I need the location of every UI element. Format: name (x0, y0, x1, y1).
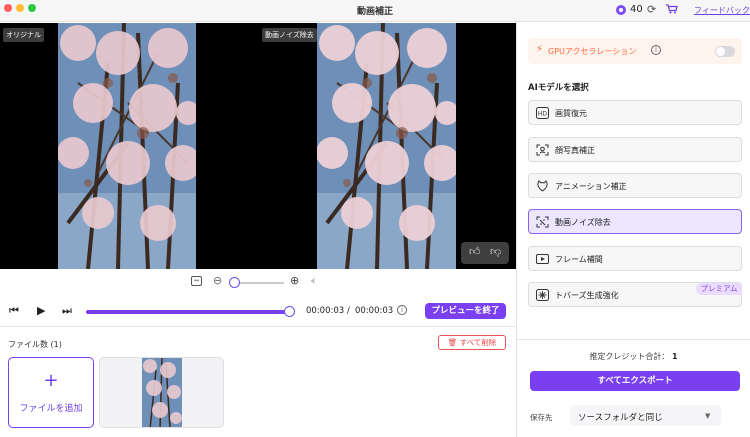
gpu-acceleration-toggle[interactable] (715, 46, 735, 57)
chevron-down-icon: ▼ (705, 412, 711, 420)
zoom-out-icon[interactable]: ⊖ (213, 274, 222, 287)
divider (517, 339, 750, 340)
sparkle-icon (536, 289, 549, 301)
refresh-icon[interactable]: ⟳ (647, 3, 656, 16)
model-item-face-enhance[interactable]: 顔写真補正 (528, 137, 742, 162)
export-all-button[interactable]: すべてエクスポート (530, 371, 740, 391)
playback-progress-handle[interactable] (284, 306, 295, 317)
video-thumbnail-image (142, 358, 182, 427)
title-bar: 動画補正 40 ⟳ フィードバック (0, 0, 750, 22)
delete-all-button[interactable]: 🗑︎ すべて削除 (438, 335, 506, 350)
end-preview-button[interactable]: プレビューを終了 (425, 303, 506, 319)
premium-badge: プレミアム (696, 283, 742, 295)
delete-all-label: すべて削除 (459, 338, 497, 347)
thumbs-up-icon[interactable]: 👍︎ (469, 245, 481, 258)
denoise-icon (536, 216, 549, 228)
model-item-video-denoise[interactable]: 動画ノイズ除去 (528, 209, 742, 234)
credit-count: 40 (630, 4, 643, 15)
settings-sidebar: ⚡︎ GPUアクセラレーション i AIモデルを選択 HD 画質復元 顔写真補正… (516, 23, 750, 437)
model-label: アニメーション補正 (555, 182, 627, 191)
volume-icon[interactable]: 🔈︎ (311, 274, 318, 288)
feedback-link[interactable]: フィードバック (694, 5, 750, 16)
model-item-frame-interpolation[interactable]: フレーム補間 (528, 246, 742, 271)
cart-icon[interactable] (666, 4, 678, 14)
zoom-controls: ↔ ⊖ ⊕ 🔈︎ (0, 272, 516, 292)
file-thumbnail[interactable] (99, 357, 224, 428)
play-icon[interactable]: ▶ (37, 304, 45, 317)
estimated-credit-total: 推定クレジット合計： 1 (517, 351, 750, 362)
model-label: 画質復元 (555, 109, 587, 118)
svg-text:HD: HD (538, 111, 548, 118)
processed-preview (317, 23, 456, 269)
original-preview (58, 23, 196, 269)
model-label: 顔写真補正 (555, 146, 595, 155)
processed-tag: 動画ノイズ除去 (262, 28, 317, 42)
zoom-slider-handle[interactable] (229, 277, 240, 288)
model-label: 動画ノイズ除去 (555, 218, 611, 227)
model-item-quality-restore[interactable]: HD 画質復元 (528, 100, 742, 125)
info-icon[interactable]: i (651, 45, 661, 55)
plus-icon: + (43, 370, 59, 391)
trash-icon: 🗑︎ (447, 338, 458, 347)
cherry-blossom-image (317, 23, 456, 269)
add-file-label: ファイルを追加 (19, 404, 83, 414)
model-label: トバーズ生成強化 (555, 291, 619, 300)
save-location-value: ソースフォルダと同じ (578, 413, 663, 423)
rating-buttons: 👍︎ 👎︎ (461, 242, 509, 264)
cherry-blossom-image (58, 23, 196, 269)
anime-icon (537, 180, 548, 192)
divider (0, 326, 516, 327)
info-icon[interactable]: i (397, 305, 407, 315)
gpu-acceleration-panel: ⚡︎ GPUアクセラレーション i (528, 38, 742, 64)
fit-to-window-icon[interactable]: ↔ (191, 276, 202, 286)
playback-progress-bar[interactable] (86, 310, 290, 314)
previous-frame-icon[interactable]: ⏮︎ (9, 304, 19, 318)
model-label: フレーム補間 (555, 255, 603, 264)
thumbs-down-icon[interactable]: 👎︎ (490, 245, 501, 258)
current-time: 00:00:03 (306, 306, 345, 316)
face-scan-icon (536, 144, 549, 156)
file-count-label: ファイル数 (1) (8, 340, 62, 349)
credit-total-value: 1 (671, 352, 678, 361)
hd-icon: HD (536, 107, 549, 119)
add-file-button[interactable]: + ファイルを追加 (8, 357, 94, 428)
model-item-animation-enhance[interactable]: アニメーション補正 (528, 173, 742, 198)
frame-icon (536, 254, 549, 264)
save-location-select[interactable]: ソースフォルダと同じ ▼ (570, 405, 721, 426)
original-tag: オリジナル (3, 28, 44, 42)
playback-controls: ⏮︎ ▶ ⏭︎ 00:00:03 / 00:00:03 i プレビューを終了 (0, 298, 516, 324)
lightning-icon: ⚡︎ (536, 44, 544, 55)
save-location-label: 保存先 (530, 413, 553, 422)
zoom-in-icon[interactable]: ⊕ (290, 274, 299, 287)
credit-total-label: 推定クレジット合計： (589, 352, 670, 361)
model-section-title: AIモデルを選択 (528, 83, 589, 93)
gpu-acceleration-label: GPUアクセラレーション (548, 47, 637, 56)
time-separator: / (347, 306, 350, 316)
next-frame-icon[interactable]: ⏭︎ (62, 304, 72, 318)
credit-icon (616, 5, 626, 15)
video-preview: オリジナル 動画ノイズ除去 👍︎ 👎︎ (0, 23, 516, 269)
total-time: 00:00:03 (355, 306, 394, 316)
